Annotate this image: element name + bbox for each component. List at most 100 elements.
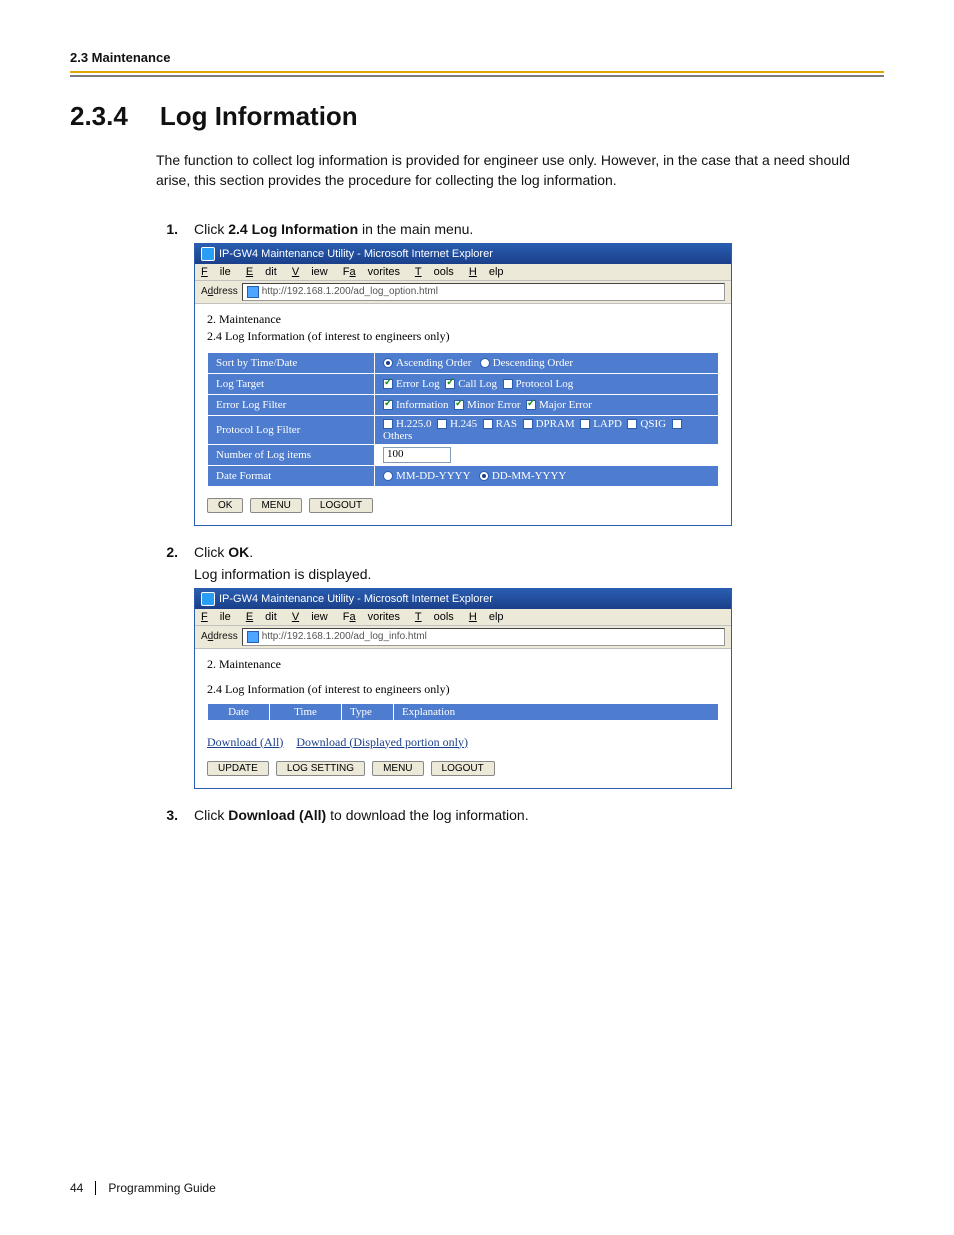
row-datefmt-label: Date Format [208, 465, 375, 486]
running-header: 2.3 Maintenance [70, 50, 884, 65]
menu-help[interactable]: Help [469, 266, 504, 278]
address-label: Address [201, 286, 238, 297]
row-errfilter-label: Error Log Filter [208, 394, 375, 415]
address-field[interactable]: http://192.168.1.200/ad_log_option.html [242, 283, 725, 301]
menu-view[interactable]: View [292, 611, 328, 623]
link-download-all[interactable]: Download (All) [207, 735, 283, 749]
step-number: 1. [156, 221, 178, 534]
step-1-text: Click 2.4 Log Information in the main me… [194, 221, 884, 237]
row-nitems-value: 100 [375, 444, 719, 465]
crumb-maintenance: 2. Maintenance [207, 312, 719, 327]
chk-protocol-log[interactable] [503, 379, 513, 389]
rule-accent [70, 71, 884, 73]
log-table: Date Time Type Explanation [207, 703, 719, 721]
row-datefmt-value: MM-DD-YYYY DD-MM-YYYY [375, 465, 719, 486]
ok-button[interactable]: OK [207, 498, 243, 513]
menu-edit[interactable]: Edit [246, 266, 277, 278]
menu-button[interactable]: MENU [250, 498, 301, 513]
row-sort-label: Sort by Time/Date [208, 352, 375, 373]
menu-favorites[interactable]: Favorites [343, 266, 400, 278]
row-sort-value: Ascending Order Descending Order [375, 352, 719, 373]
ie-titlebar: IP-GW4 Maintenance Utility - Microsoft I… [195, 589, 731, 609]
radio-ascending[interactable] [383, 358, 393, 368]
ie-title: IP-GW4 Maintenance Utility - Microsoft I… [219, 248, 493, 260]
section-heading: 2.3.4 Log Information [70, 101, 884, 132]
ie-menubar: File Edit View Favorites Tools Help [195, 609, 731, 626]
page-icon [247, 631, 259, 643]
chk-dpram[interactable] [523, 419, 533, 429]
col-type: Type [342, 703, 394, 720]
logout-button[interactable]: LOGOUT [431, 761, 495, 776]
menu-tools[interactable]: Tools [415, 266, 454, 278]
intro-paragraph: The function to collect log information … [156, 150, 884, 191]
radio-mdy[interactable] [383, 471, 393, 481]
step-number: 3. [156, 807, 178, 829]
ie-menubar: File Edit View Favorites Tools Help [195, 264, 731, 281]
section-title: Log Information [160, 101, 358, 132]
address-url: http://192.168.1.200/ad_log_info.html [262, 631, 427, 642]
menu-file[interactable]: File [201, 611, 231, 623]
update-button[interactable]: UPDATE [207, 761, 269, 776]
ie-addressbar: Address http://192.168.1.200/ad_log_opti… [195, 281, 731, 304]
col-time: Time [270, 703, 342, 720]
chk-lapd[interactable] [580, 419, 590, 429]
chk-minor-error[interactable] [454, 400, 464, 410]
menu-tools[interactable]: Tools [415, 611, 454, 623]
input-num-log-items[interactable]: 100 [383, 447, 451, 463]
radio-dmy[interactable] [479, 471, 489, 481]
ie-addressbar: Address http://192.168.1.200/ad_log_info… [195, 626, 731, 649]
screenshot-log-display: IP-GW4 Maintenance Utility - Microsoft I… [194, 588, 732, 789]
book-title: Programming Guide [108, 1181, 215, 1195]
address-field[interactable]: http://192.168.1.200/ad_log_info.html [242, 628, 725, 646]
rule-divider [70, 75, 884, 77]
menu-file[interactable]: File [201, 266, 231, 278]
crumb-loginfo: 2.4 Log Information (of interest to engi… [207, 329, 719, 344]
chk-error-log[interactable] [383, 379, 393, 389]
row-target-label: Log Target [208, 373, 375, 394]
menu-favorites[interactable]: Favorites [343, 611, 400, 623]
chk-ras[interactable] [483, 419, 493, 429]
chk-h2250[interactable] [383, 419, 393, 429]
ie-icon [201, 592, 215, 606]
logout-button[interactable]: LOGOUT [309, 498, 373, 513]
row-target-value: Error Log Call Log Protocol Log [375, 373, 719, 394]
menu-help[interactable]: Help [469, 611, 504, 623]
ie-titlebar: IP-GW4 Maintenance Utility - Microsoft I… [195, 244, 731, 264]
section-number: 2.3.4 [70, 101, 128, 132]
page-number: 44 [70, 1181, 83, 1195]
footer-separator [95, 1181, 96, 1195]
row-protofilter-label: Protocol Log Filter [208, 415, 375, 444]
chk-information[interactable] [383, 400, 393, 410]
menu-edit[interactable]: Edit [246, 611, 277, 623]
button-row: OK MENU LOGOUT [207, 497, 719, 513]
crumb-loginfo: 2.4 Log Information (of interest to engi… [207, 682, 719, 697]
radio-descending[interactable] [480, 358, 490, 368]
row-nitems-label: Number of Log items [208, 444, 375, 465]
menu-view[interactable]: View [292, 266, 328, 278]
step-2-text-line2: Log information is displayed. [194, 566, 884, 582]
chk-qsig[interactable] [627, 419, 637, 429]
crumb-maintenance: 2. Maintenance [207, 657, 719, 672]
link-download-displayed[interactable]: Download (Displayed portion only) [296, 735, 468, 749]
row-errfilter-value: Information Minor Error Major Error [375, 394, 719, 415]
ie-title: IP-GW4 Maintenance Utility - Microsoft I… [219, 593, 493, 605]
row-protofilter-value: H.225.0 H.245 RAS DPRAM LAPD QSIG Others [375, 415, 719, 444]
page-footer: 44 Programming Guide [70, 1181, 216, 1195]
chk-h245[interactable] [437, 419, 447, 429]
options-table: Sort by Time/Date Ascending Order Descen… [207, 352, 719, 487]
screenshot-log-options: IP-GW4 Maintenance Utility - Microsoft I… [194, 243, 732, 526]
step-2-text: Click OK. [194, 544, 884, 560]
step-number: 2. [156, 544, 178, 797]
page-icon [247, 286, 259, 298]
step-3-text: Click Download (All) to download the log… [194, 807, 884, 823]
menu-button[interactable]: MENU [372, 761, 423, 776]
chk-call-log[interactable] [445, 379, 455, 389]
logsetting-button[interactable]: LOG SETTING [276, 761, 365, 776]
address-url: http://192.168.1.200/ad_log_option.html [262, 286, 438, 297]
chk-major-error[interactable] [526, 400, 536, 410]
ie-icon [201, 247, 215, 261]
download-links: Download (All) Download (Displayed porti… [207, 735, 719, 750]
col-explanation: Explanation [394, 703, 719, 720]
chk-others[interactable] [672, 419, 682, 429]
button-row: UPDATE LOG SETTING MENU LOGOUT [207, 760, 719, 776]
